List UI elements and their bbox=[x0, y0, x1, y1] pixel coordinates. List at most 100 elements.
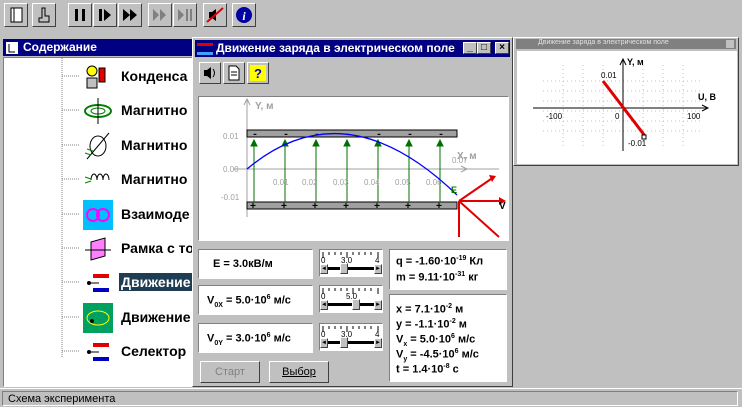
toc-item-magnetic-motion[interactable]: Движение bbox=[83, 303, 193, 333]
sound-off-button[interactable] bbox=[203, 3, 227, 27]
v0x-unit: м/с bbox=[270, 294, 291, 307]
voltage-x-tick: 0 bbox=[615, 112, 620, 121]
book-icon bbox=[10, 7, 23, 23]
v0x-scale: 0 5.0 ◄ ► bbox=[319, 285, 383, 313]
step-end-icon bbox=[178, 9, 192, 21]
step-forward-icon bbox=[153, 9, 166, 21]
svg-text:+: + bbox=[405, 202, 411, 213]
hand-pointer-icon bbox=[38, 7, 50, 23]
trajectory-view: ------- + + + + + + + 0.01 0.00 -0.01 0.01 0.0… bbox=[198, 96, 509, 241]
svg-text:+: + bbox=[250, 202, 256, 213]
bottom-plate bbox=[246, 201, 458, 210]
toc-item-label: Магнитно bbox=[121, 137, 188, 153]
result-vx: = 5.0·10 bbox=[407, 333, 451, 346]
x-tick: 0.01 bbox=[273, 178, 289, 187]
fast-forward-icon bbox=[123, 9, 137, 21]
result-y: y = -1.1·10 bbox=[396, 318, 450, 331]
toc-item-selector[interactable]: Селектор bbox=[83, 337, 193, 367]
toc-item-charge-motion[interactable]: Движение bbox=[83, 268, 193, 298]
slider-right-arrow[interactable]: ► bbox=[374, 300, 382, 310]
charge-motion-icon bbox=[87, 274, 109, 292]
document-button[interactable] bbox=[223, 62, 245, 84]
voltage-chart-area: Y, м U, B -100 0 100 0.01 -0.01 bbox=[517, 51, 737, 164]
voltage-y-tick: 0.01 bbox=[601, 71, 617, 80]
book-button[interactable] bbox=[4, 3, 28, 27]
slider-left-arrow[interactable]: ◄ bbox=[320, 264, 328, 274]
x-axis-label: X, м bbox=[457, 151, 477, 162]
svg-text:-: - bbox=[438, 130, 444, 141]
v0y-subscript: 0Y bbox=[214, 339, 223, 347]
field-lines bbox=[250, 138, 444, 202]
document-icon bbox=[228, 65, 240, 81]
toc-item-label: Движение bbox=[121, 309, 191, 325]
close-button[interactable]: × bbox=[495, 42, 509, 54]
charge-exponent: -19 bbox=[456, 255, 467, 262]
toc-item-interaction[interactable]: Взаимоде bbox=[83, 200, 193, 230]
fast-forward-button[interactable] bbox=[118, 3, 142, 27]
slider-thumb[interactable] bbox=[352, 299, 360, 310]
help-button[interactable]: ? bbox=[247, 62, 269, 84]
v0y-unit: м/с bbox=[270, 332, 291, 345]
slider-thumb[interactable] bbox=[340, 263, 348, 274]
select-button[interactable]: Выбор bbox=[269, 361, 329, 383]
point-label: E bbox=[451, 185, 457, 195]
field-value-box: E = 3.0кВ/м bbox=[198, 249, 313, 279]
maximize-button[interactable]: □ bbox=[477, 42, 491, 54]
toc-item-current-frame[interactable]: Рамка с то bbox=[83, 234, 194, 264]
slider-thumb[interactable] bbox=[340, 337, 348, 348]
info-button[interactable]: i bbox=[232, 3, 256, 27]
svg-text:-: - bbox=[252, 130, 258, 141]
voltage-x-tick: 100 bbox=[687, 112, 701, 121]
step-end-button[interactable] bbox=[173, 3, 197, 27]
play-icon bbox=[99, 9, 111, 21]
result-t: t = 1.4·10 bbox=[396, 363, 444, 376]
voltage-x-label: U, B bbox=[698, 92, 717, 102]
toc-list: Конденса Магнитно Магнитно Магнитно Взаи… bbox=[3, 57, 194, 387]
minimize-button[interactable]: _ bbox=[463, 42, 477, 54]
slider-left-arrow[interactable]: ◄ bbox=[320, 300, 328, 310]
v0x-slider[interactable]: 0 5.0 ◄ ► bbox=[319, 285, 383, 317]
result-vx-unit: м/с bbox=[454, 333, 476, 346]
toolbar: i bbox=[0, 0, 742, 32]
voltage-chart: Y, м U, B -100 0 100 0.01 -0.01 bbox=[533, 57, 717, 151]
slider-left-arrow[interactable]: ◄ bbox=[320, 338, 328, 348]
y-tick: 0.01 bbox=[223, 132, 239, 141]
simulation-title: Движение заряда в электрическом поле bbox=[216, 41, 455, 55]
status-bar: Схема эксперимента bbox=[0, 388, 742, 407]
svg-text:+: + bbox=[343, 202, 349, 213]
mass-unit: кг bbox=[465, 271, 479, 284]
toc-item-coil[interactable]: Магнитно bbox=[83, 165, 193, 195]
vector-label: V bbox=[499, 201, 506, 212]
charge-properties: q = -1.60·10-19 Кл m = 9.11·10-31 кг bbox=[389, 249, 507, 290]
sound-button[interactable] bbox=[199, 62, 221, 84]
slider-right-arrow[interactable]: ► bbox=[374, 338, 382, 348]
svg-text:+: + bbox=[436, 202, 442, 213]
result-y-unit: м bbox=[455, 318, 467, 331]
v0y-scale: 0 3.0 4 ◄ ► bbox=[319, 323, 383, 351]
simulation-window: Движение заряда в электрическом поле _ □… bbox=[192, 37, 513, 387]
svg-text:+: + bbox=[374, 202, 380, 213]
slider-track bbox=[328, 303, 374, 306]
v0y-value: = 3.0·10 bbox=[222, 332, 267, 345]
slider-right-arrow[interactable]: ► bbox=[374, 264, 382, 274]
window-icon bbox=[197, 43, 213, 55]
v0y-slider[interactable]: 0 3.0 4 ◄ ► bbox=[319, 323, 383, 355]
v0x-subscript: 0X bbox=[214, 301, 223, 309]
toc-item-magnetic-field[interactable]: Магнитно bbox=[83, 96, 193, 126]
pause-button[interactable] bbox=[68, 3, 92, 27]
toc-item-capacitor[interactable]: Конденса bbox=[83, 62, 193, 92]
svg-text:-: - bbox=[283, 130, 289, 141]
hand-pointer-button[interactable] bbox=[32, 3, 56, 27]
toc-item-label: Селектор bbox=[121, 343, 187, 359]
field-slider[interactable]: 0 3.0 4 ◄ ► bbox=[319, 249, 383, 281]
current-frame-icon bbox=[85, 237, 111, 261]
start-button[interactable]: Старт bbox=[200, 361, 260, 383]
step-forward-button[interactable] bbox=[148, 3, 172, 27]
play-button[interactable] bbox=[93, 3, 117, 27]
x-tick: 0.03 bbox=[333, 178, 349, 187]
voltage-close-button[interactable] bbox=[726, 40, 734, 48]
toc-title-bar: Содержание bbox=[3, 39, 193, 56]
toc-item-label: Движение bbox=[119, 273, 193, 291]
magnetic-needle-icon bbox=[84, 132, 110, 160]
toc-item-magnetic-needle[interactable]: Магнитно bbox=[83, 131, 193, 161]
